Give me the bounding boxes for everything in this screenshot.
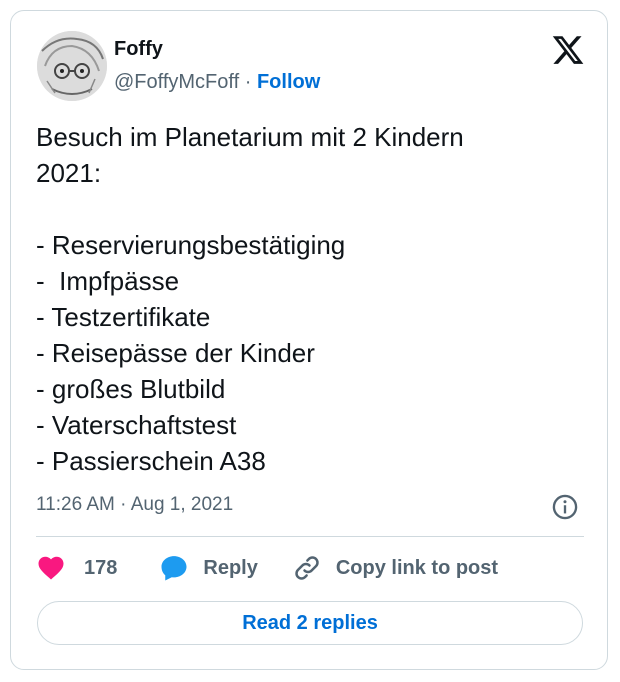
link-icon xyxy=(295,556,319,580)
tweet-timestamp[interactable]: 11:26 AM · Aug 1, 2021 xyxy=(36,494,233,516)
handle-separator: · xyxy=(244,71,252,93)
like-button[interactable]: 178 xyxy=(36,553,117,583)
info-icon[interactable] xyxy=(551,493,579,521)
follow-link[interactable]: Follow xyxy=(257,71,320,93)
tweet-text: Besuch im Planetarium mit 2 Kindern 2021… xyxy=(36,122,464,476)
reply-button[interactable]: Reply xyxy=(159,553,258,583)
author-handle-row: @FoffyMcFoff · Follow xyxy=(114,71,320,94)
avatar-sketch-icon xyxy=(37,31,107,101)
action-bar: 178 Reply Copy link to post xyxy=(36,552,498,584)
author-handle[interactable]: @FoffyMcFoff xyxy=(114,71,239,93)
like-count: 178 xyxy=(84,556,118,579)
copy-link-button[interactable]: Copy link to post xyxy=(292,553,498,583)
avatar[interactable] xyxy=(37,31,107,101)
read-replies-button[interactable]: Read 2 replies xyxy=(37,601,583,645)
heart-icon xyxy=(38,556,64,580)
divider xyxy=(36,536,584,537)
author-name[interactable]: Foffy xyxy=(114,38,163,61)
tweet-card: Foffy @FoffyMcFoff · Follow Besuch im Pl… xyxy=(10,10,608,670)
reply-bubble-icon xyxy=(161,556,187,581)
reply-label: Reply xyxy=(203,556,258,579)
copy-link-label: Copy link to post xyxy=(335,556,499,579)
x-logo-icon[interactable] xyxy=(551,33,585,67)
